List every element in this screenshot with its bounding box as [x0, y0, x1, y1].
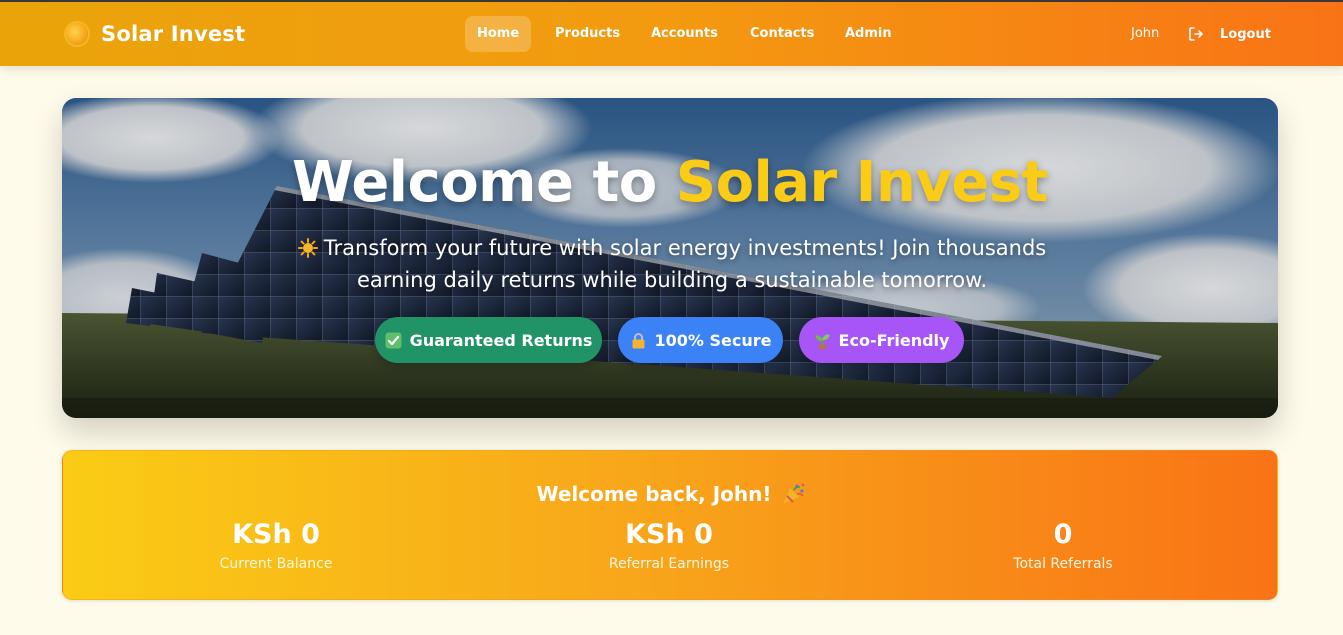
- badge-secure[interactable]: 100% Secure: [618, 317, 783, 363]
- hero-title-accent: Solar Invest: [675, 150, 1049, 215]
- badge-label: 100% Secure: [654, 330, 772, 350]
- stat-value: 0: [1053, 519, 1073, 550]
- nav-products[interactable]: Products: [543, 16, 632, 52]
- nav-home[interactable]: Home: [465, 16, 532, 52]
- brand-logo[interactable]: Solar Invest: [66, 22, 245, 46]
- nav-accounts[interactable]: Accounts: [639, 16, 730, 52]
- stat-value: KSh 0: [625, 519, 713, 550]
- welcome-back-text: Welcome back, John!: [536, 482, 772, 506]
- hero-subtitle: Transform your future with solar energy …: [292, 232, 1052, 296]
- nav-contacts[interactable]: Contacts: [738, 16, 826, 52]
- nav-admin[interactable]: Admin: [833, 16, 904, 52]
- sun-icon: [66, 23, 88, 45]
- lock-icon: [632, 332, 644, 348]
- stat-label: Referral Earnings: [608, 556, 730, 572]
- stat-referral-earnings: KSh 0 Referral Earnings: [519, 517, 819, 575]
- badge-guaranteed-returns[interactable]: Guaranteed Returns: [375, 317, 602, 363]
- top-navbar: Solar Invest Home Products Accounts Cont…: [0, 2, 1343, 66]
- welcome-back-heading: Welcome back, John!: [63, 482, 1279, 506]
- badge-label: Guaranteed Returns: [409, 330, 593, 350]
- party-popper-icon: [783, 483, 804, 503]
- sparkle-sun-icon: [297, 238, 318, 258]
- stat-current-balance: KSh 0 Current Balance: [126, 517, 426, 575]
- logout-button[interactable]: Logout: [1188, 26, 1271, 42]
- hero-subtitle-text: Transform your future with solar energy …: [323, 236, 1047, 292]
- stat-label: Current Balance: [219, 556, 333, 572]
- badge-label: Eco-Friendly: [838, 330, 950, 350]
- badge-eco-friendly[interactable]: Eco-Friendly: [799, 317, 964, 363]
- hero-title-prefix: Welcome to: [292, 150, 676, 215]
- stat-value: KSh 0: [232, 519, 320, 550]
- account-summary-card: Welcome back, John! KSh 0 Current Balanc…: [62, 450, 1278, 600]
- brand-name: Solar Invest: [101, 22, 246, 46]
- stat-total-referrals: 0 Total Referrals: [913, 517, 1213, 575]
- stat-label: Total Referrals: [1013, 556, 1113, 572]
- hero-title: Welcome to Solar Invest: [62, 150, 1278, 215]
- check-box-icon: [385, 332, 402, 348]
- seedling-icon: [815, 333, 830, 349]
- logout-label: Logout: [1220, 26, 1271, 42]
- user-name: John: [1131, 26, 1160, 41]
- logout-icon: [1189, 27, 1203, 41]
- hero-banner: Welcome to Solar Invest Transform your f…: [62, 98, 1278, 418]
